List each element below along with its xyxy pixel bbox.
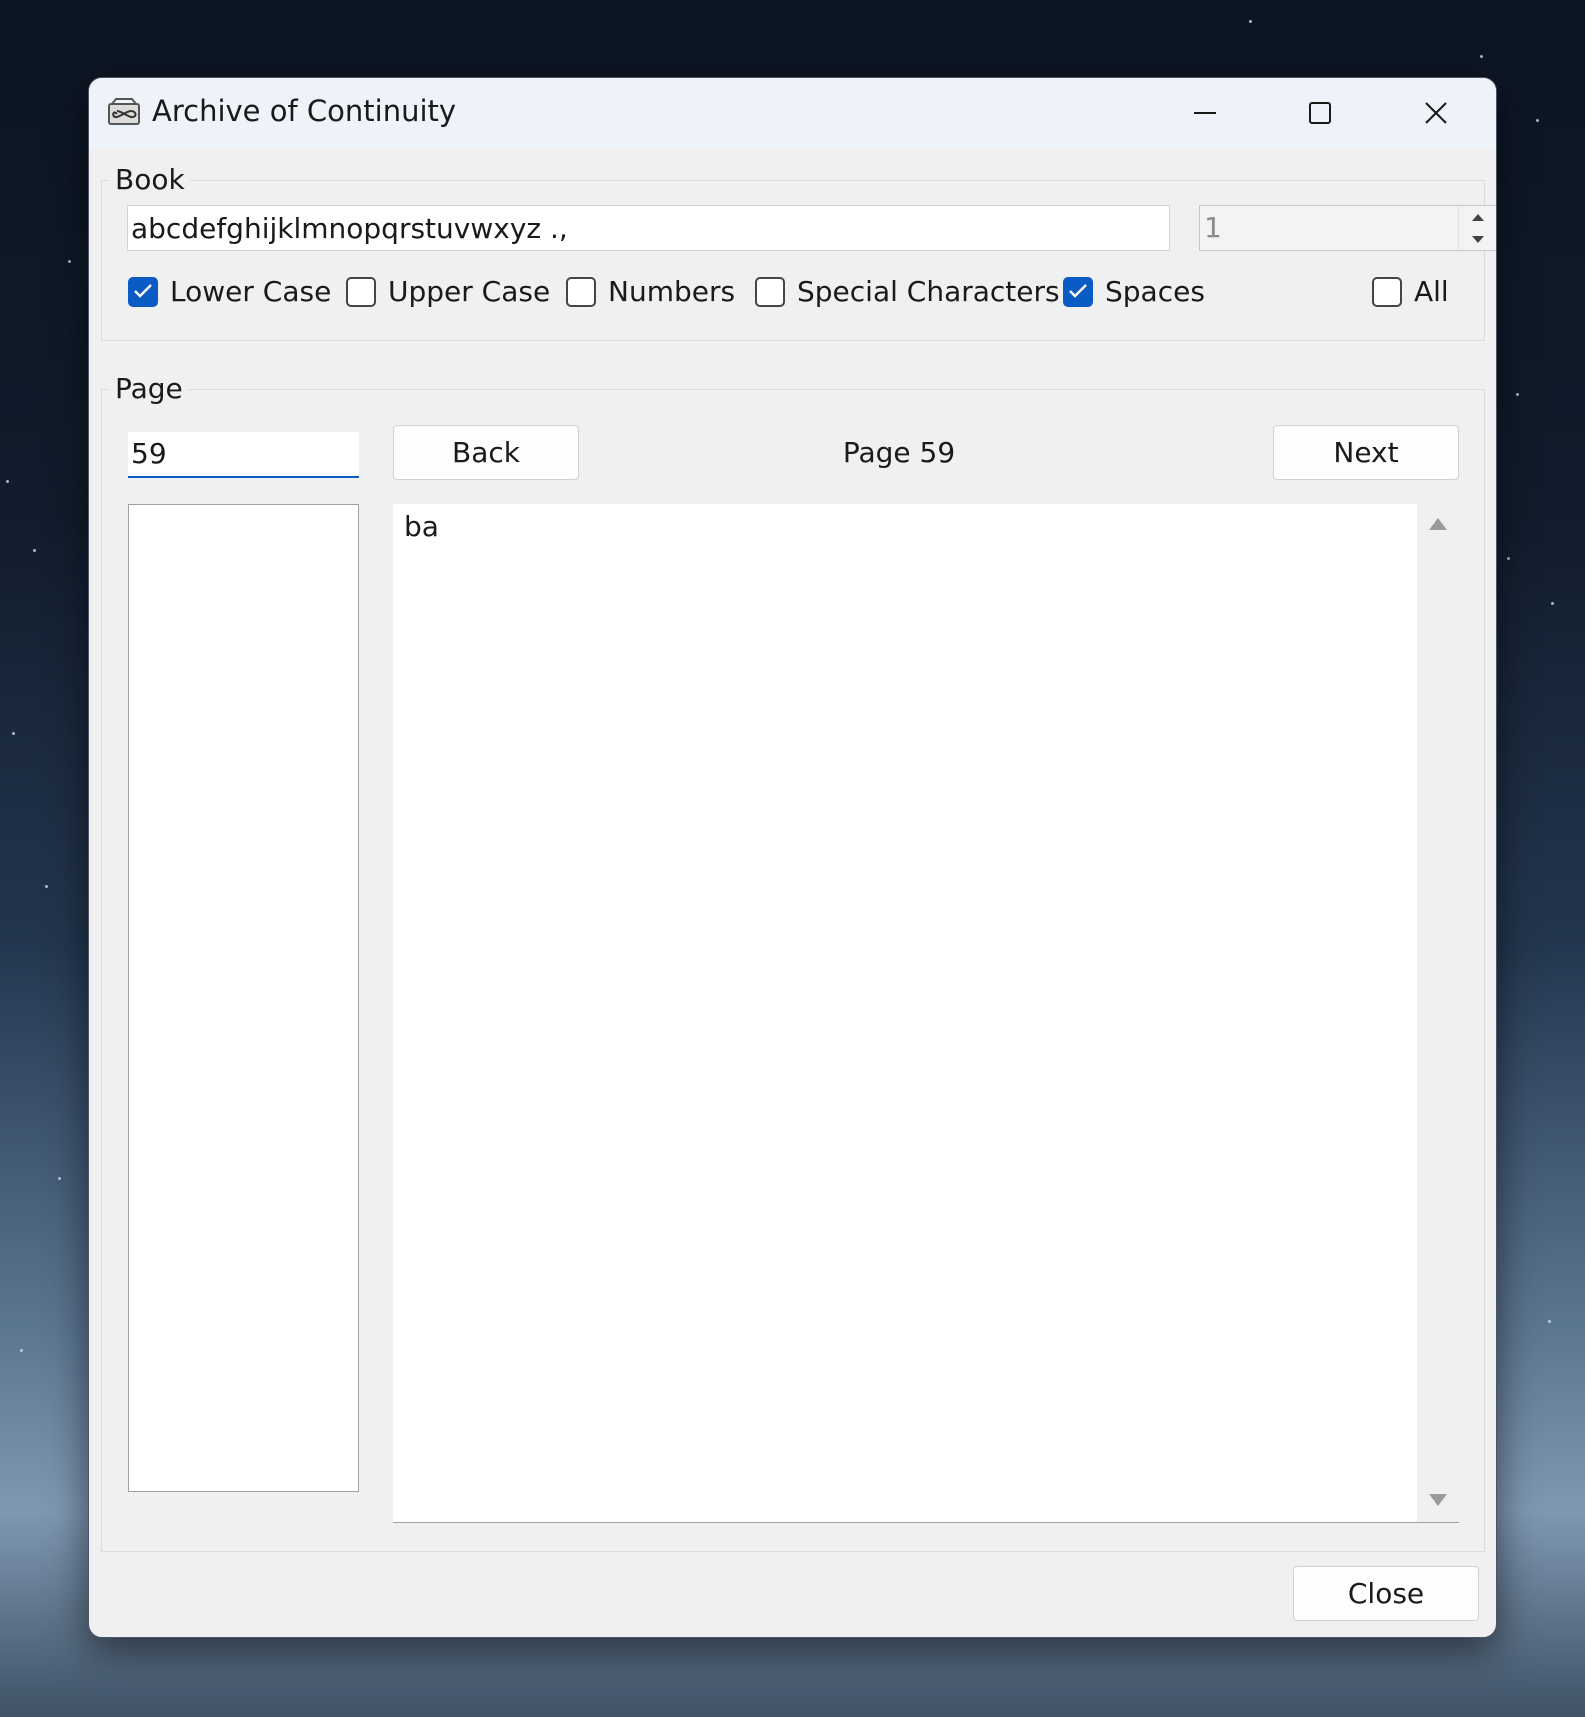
lowercase-label: Lower Case bbox=[170, 275, 332, 308]
special-characters-checkbox[interactable]: Special Characters bbox=[755, 275, 1060, 308]
spin-arrows bbox=[1458, 206, 1496, 250]
page-content-textarea[interactable]: ba bbox=[393, 504, 1459, 1523]
back-button[interactable]: Back bbox=[393, 425, 579, 480]
minimize-icon bbox=[1194, 112, 1216, 114]
checkbox-unchecked-icon bbox=[755, 276, 785, 307]
spin-up-icon bbox=[1472, 214, 1484, 221]
page-group-label: Page bbox=[110, 372, 188, 405]
page-list[interactable] bbox=[128, 504, 359, 1492]
scroll-up-button[interactable] bbox=[1417, 504, 1459, 544]
book-number-value: 1 bbox=[1204, 211, 1222, 244]
charset-input[interactable]: abcdefghijklmnopqrstuvwxyz ., bbox=[127, 205, 1170, 251]
checkbox-unchecked-icon bbox=[566, 276, 596, 307]
infinity-book-icon bbox=[108, 98, 140, 125]
spin-up-button[interactable] bbox=[1459, 206, 1496, 228]
vertical-scrollbar[interactable] bbox=[1417, 504, 1459, 1522]
next-button[interactable]: Next bbox=[1273, 425, 1459, 480]
numbers-checkbox[interactable]: Numbers bbox=[566, 275, 735, 308]
checkbox-checked-icon bbox=[1063, 276, 1093, 307]
page-content-text: ba bbox=[404, 510, 439, 543]
spaces-label: Spaces bbox=[1105, 275, 1205, 308]
uppercase-checkbox[interactable]: Upper Case bbox=[346, 275, 550, 308]
uppercase-label: Upper Case bbox=[388, 275, 551, 308]
book-group-label: Book bbox=[110, 163, 190, 196]
close-button[interactable]: Close bbox=[1293, 1566, 1479, 1621]
close-window-button[interactable] bbox=[1413, 90, 1459, 136]
close-icon bbox=[1425, 102, 1447, 124]
spin-down-button[interactable] bbox=[1459, 228, 1496, 250]
lowercase-checkbox[interactable]: Lower Case bbox=[128, 275, 331, 308]
book-number-spinbox[interactable]: 1 bbox=[1199, 205, 1496, 251]
all-checkbox[interactable]: All bbox=[1372, 275, 1449, 308]
main-window: Archive of Continuity Book abcdefghijklm… bbox=[88, 77, 1497, 1638]
all-label: All bbox=[1414, 275, 1449, 308]
spaces-checkbox[interactable]: Spaces bbox=[1063, 275, 1205, 308]
minimize-button[interactable] bbox=[1182, 90, 1228, 136]
spin-down-icon bbox=[1472, 236, 1484, 243]
page-indicator: Page 59 bbox=[842, 436, 956, 469]
window-title: Archive of Continuity bbox=[152, 94, 457, 128]
scroll-down-button[interactable] bbox=[1417, 1482, 1459, 1522]
maximize-button[interactable] bbox=[1297, 90, 1343, 136]
title-bar[interactable]: Archive of Continuity bbox=[89, 78, 1496, 148]
maximize-icon bbox=[1309, 102, 1331, 124]
checkbox-unchecked-icon bbox=[346, 276, 376, 307]
checkbox-checked-icon bbox=[128, 276, 158, 307]
scroll-up-arrow-icon bbox=[1429, 518, 1447, 530]
page-number-input[interactable]: 59 bbox=[128, 432, 359, 478]
checkbox-unchecked-icon bbox=[1372, 276, 1402, 307]
numbers-label: Numbers bbox=[608, 275, 736, 308]
special-characters-label: Special Characters bbox=[797, 275, 1060, 308]
scroll-down-arrow-icon bbox=[1429, 1494, 1447, 1506]
